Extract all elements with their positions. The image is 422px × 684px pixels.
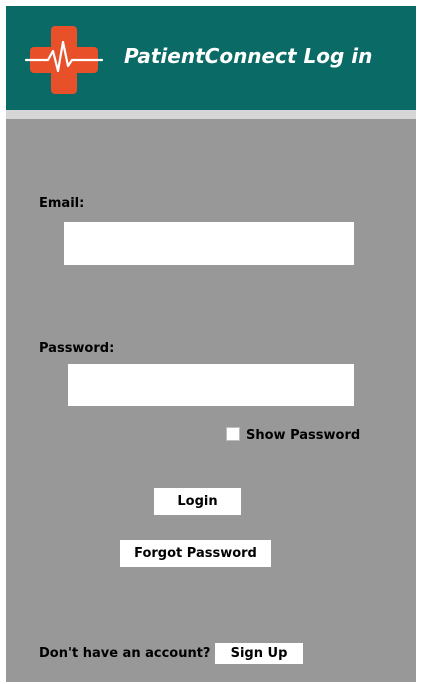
show-password-checkbox[interactable] [226, 427, 240, 441]
app-title: PatientConnect Log in [124, 44, 373, 68]
login-window: PatientConnect Log in Email: Password: S… [6, 6, 416, 682]
email-label: Email: [39, 196, 85, 211]
app-header: PatientConnect Log in [6, 6, 416, 110]
password-label: Password: [39, 341, 115, 356]
forgot-password-button[interactable]: Forgot Password [120, 540, 271, 567]
email-field[interactable] [64, 222, 354, 265]
medical-cross-heartbeat-icon [24, 26, 104, 94]
header-divider [6, 110, 416, 119]
no-account-text: Don't have an account? [39, 646, 211, 661]
password-field[interactable] [68, 364, 354, 406]
sign-up-button[interactable]: Sign Up [215, 643, 303, 664]
show-password-label[interactable]: Show Password [246, 428, 360, 443]
login-button[interactable]: Login [154, 488, 241, 515]
